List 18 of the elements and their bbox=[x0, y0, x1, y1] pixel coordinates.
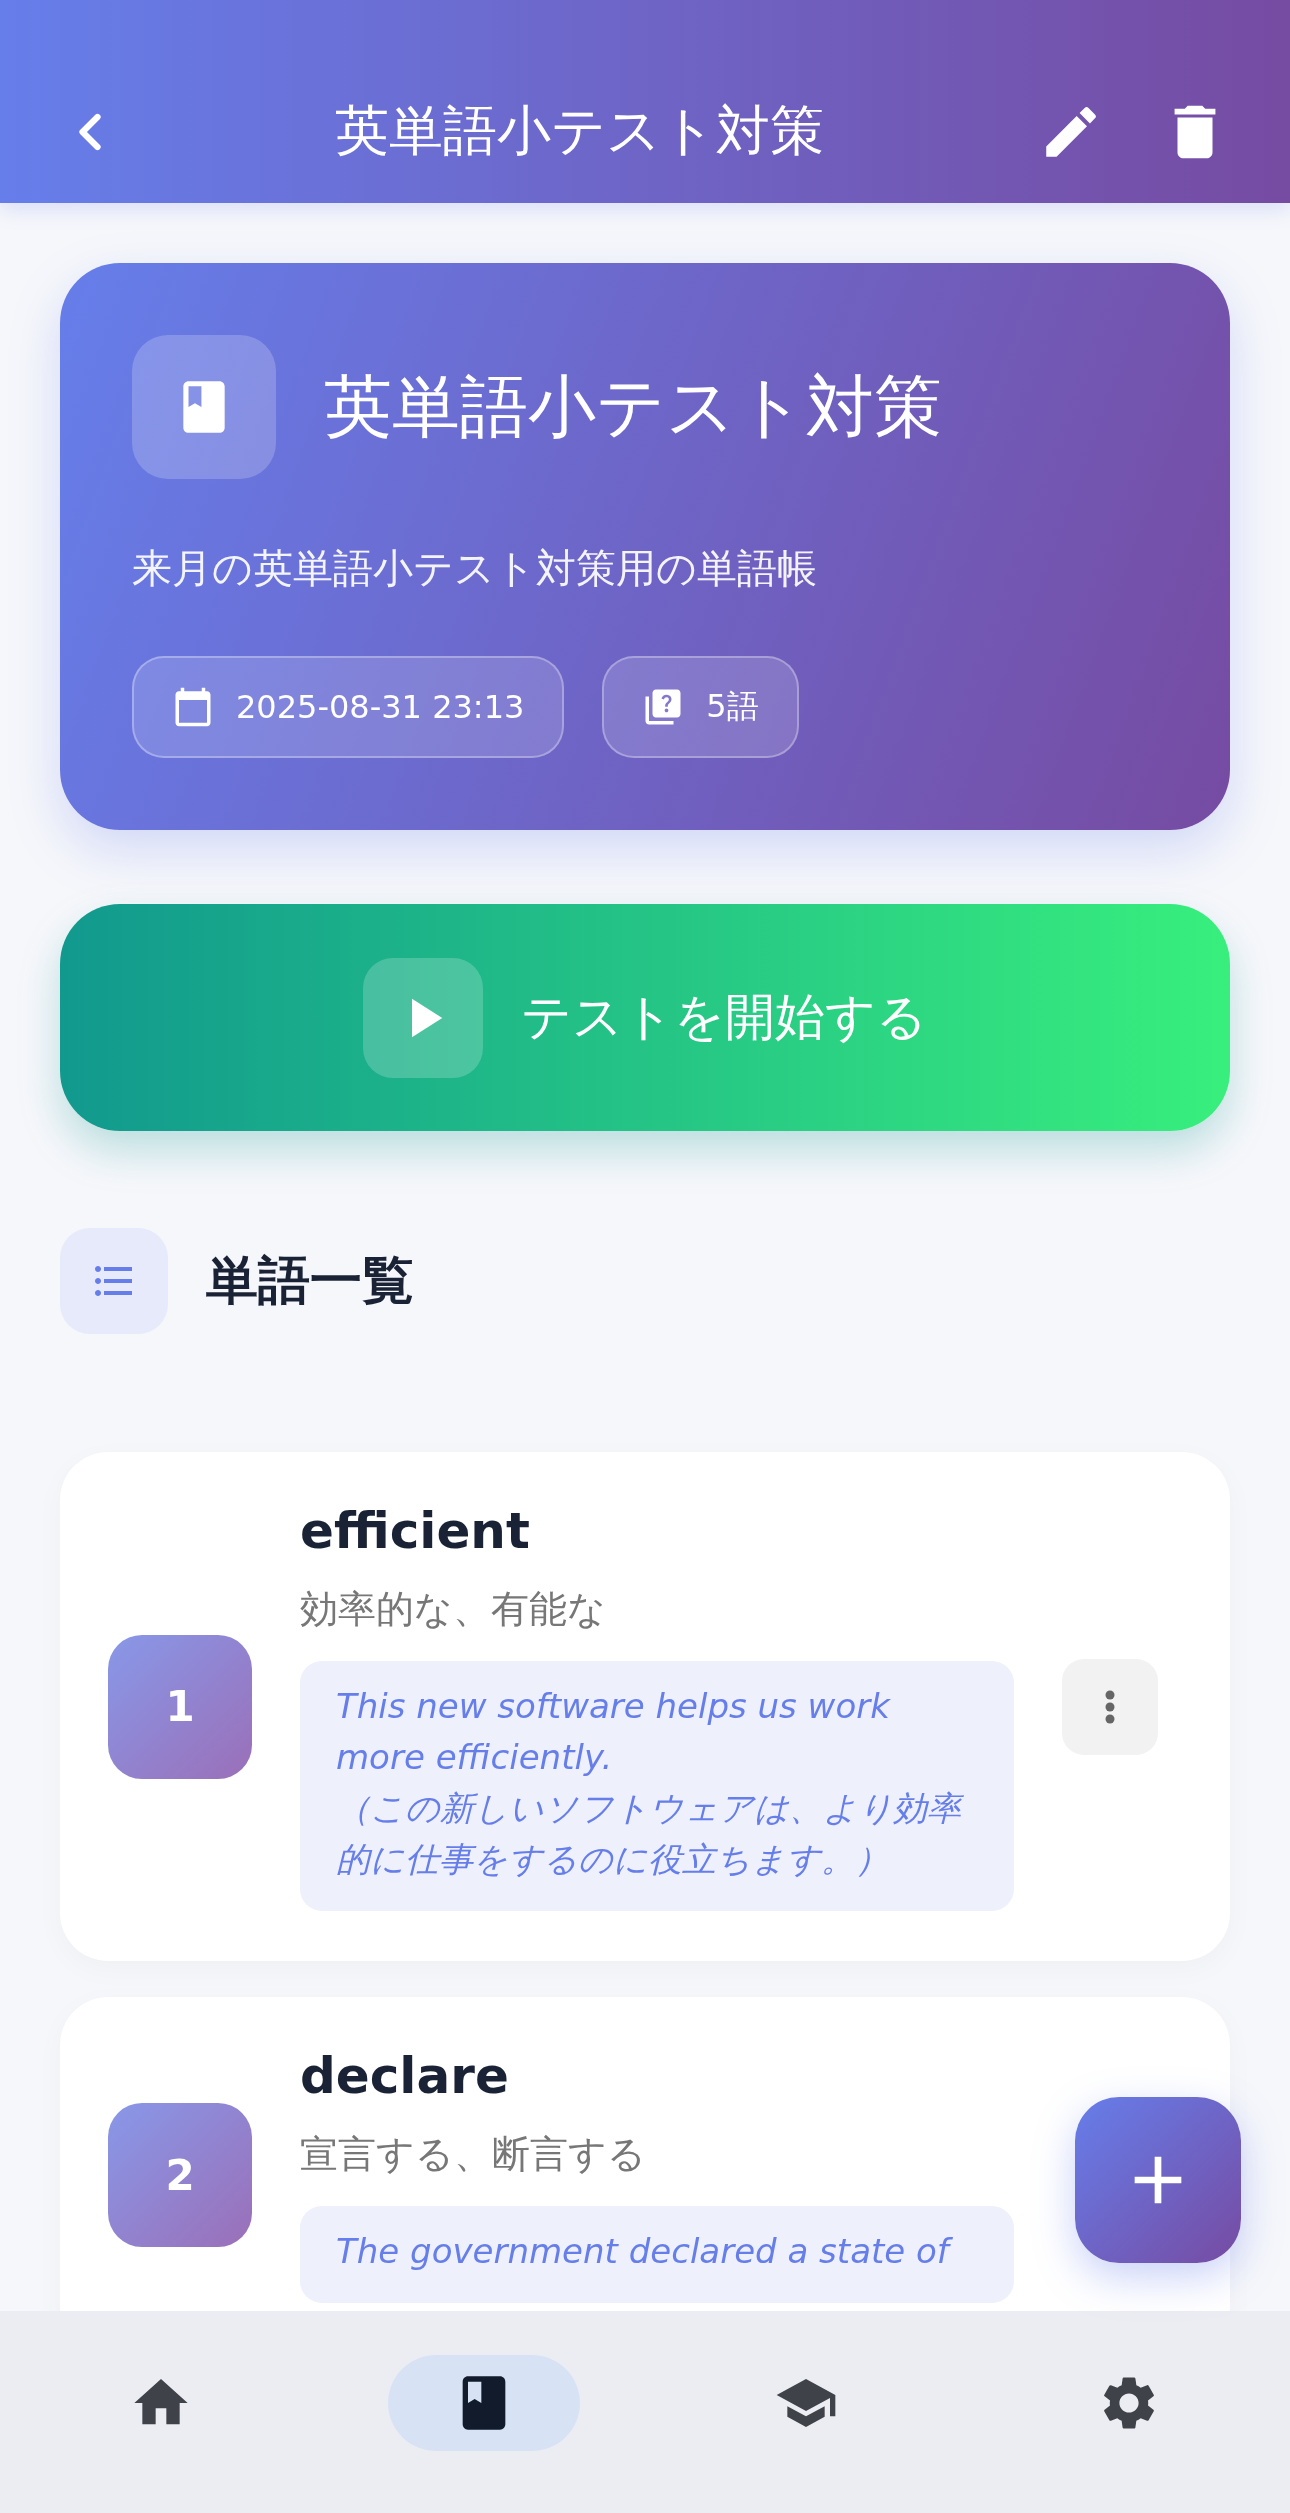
more-icon bbox=[1105, 1689, 1115, 1724]
date-chip: 2025-08-31 23:13 bbox=[132, 656, 565, 758]
word-number: 1 bbox=[108, 1634, 252, 1779]
word-text: declare bbox=[300, 2047, 510, 2105]
word-card[interactable]: 2 declare 宣言する、断言する The government declared a state of bbox=[60, 1997, 1230, 2311]
word-meaning: 効率的な、有能な bbox=[300, 1586, 607, 1633]
wordbook-description: 来月の英単語小テスト対策用の単語帳 bbox=[132, 544, 818, 593]
example-sentence: This new software helps us work more efficiently. （この新しいソフトウェアは、より効率的に仕事をするのに役立ちます。） bbox=[300, 1661, 1014, 1911]
word-text: efficient bbox=[300, 1502, 531, 1560]
example-sentence: The government declared a state of bbox=[300, 2206, 1014, 2303]
wordbook-title: 英単語小テスト対策 bbox=[324, 365, 942, 448]
header-title: 英単語小テスト対策 bbox=[333, 98, 825, 164]
add-button[interactable] bbox=[1075, 2097, 1241, 2263]
word-number: 2 bbox=[108, 2103, 252, 2247]
word-meaning: 宣言する、断言する bbox=[300, 2131, 647, 2178]
word-count-chip: 5語 bbox=[602, 656, 799, 758]
section-title: 単語一覧 bbox=[206, 1249, 414, 1312]
word-card[interactable]: 1 efficient 効率的な、有能な This new software helps us work more efficiently. （この新しいソフトウェアは、より効率的に仕事をするのに役立ちます。） bbox=[60, 1452, 1230, 1961]
